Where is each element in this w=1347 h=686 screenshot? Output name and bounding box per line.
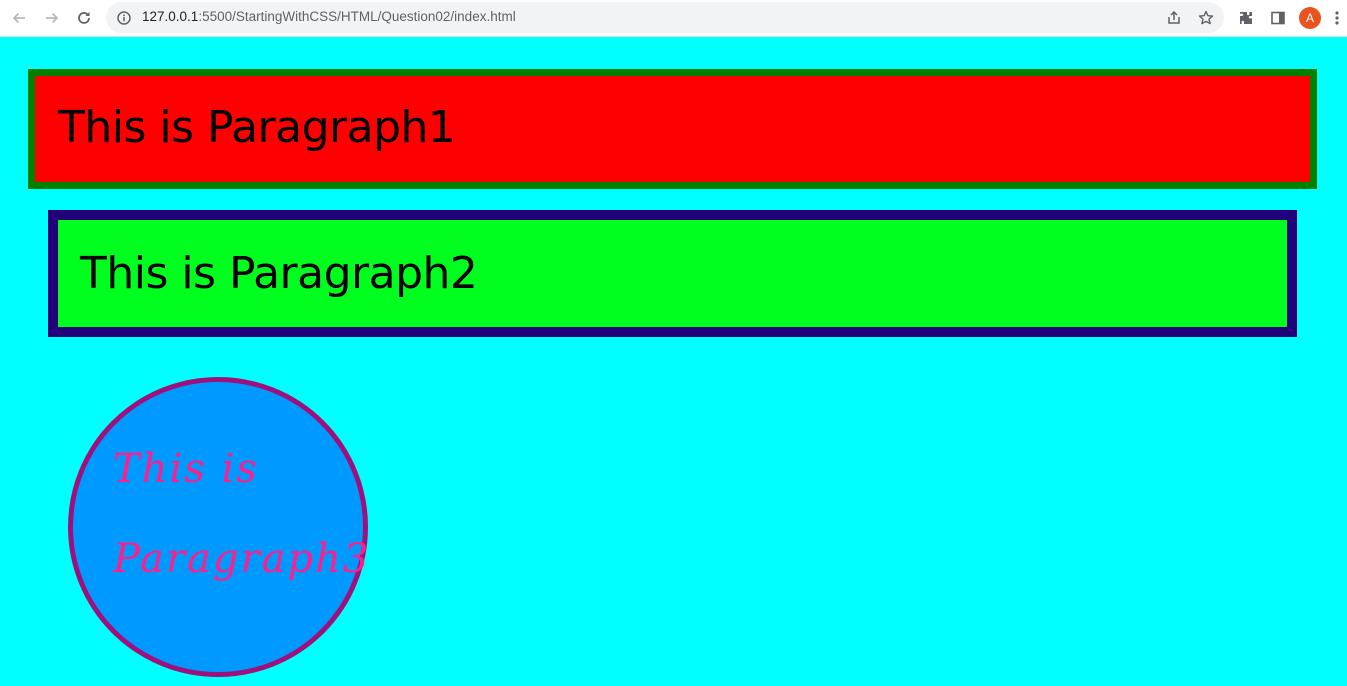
side-panel-icon[interactable] bbox=[1267, 7, 1289, 29]
profile-avatar[interactable]: A bbox=[1299, 7, 1321, 29]
paragraph-3-line-1: This is bbox=[113, 446, 259, 492]
url-path: :5500/StartingWithCSS/HTML/Question02/in… bbox=[198, 9, 516, 24]
paragraph-3-line-2: Paragraph3 bbox=[113, 536, 371, 582]
forward-button[interactable] bbox=[40, 6, 64, 30]
paragraph-1-text: This is Paragraph1 bbox=[58, 102, 456, 153]
arrow-right-icon bbox=[46, 12, 59, 24]
paragraph-2: This is Paragraph2 bbox=[48, 210, 1297, 337]
back-button[interactable] bbox=[7, 6, 31, 30]
browser-toolbar: 127.0.0.1:5500/StartingWithCSS/HTML/Ques… bbox=[0, 0, 1347, 37]
reload-icon bbox=[78, 12, 90, 24]
url-host: 127.0.0.1 bbox=[142, 9, 199, 24]
arrow-left-icon bbox=[12, 12, 25, 24]
paragraph-1: This is Paragraph1 bbox=[28, 69, 1317, 189]
site-info-icon[interactable] bbox=[116, 10, 132, 26]
menu-kebab-icon[interactable] bbox=[1331, 7, 1343, 29]
url-text: 127.0.0.1:5500/StartingWithCSS/HTML/Ques… bbox=[142, 9, 516, 24]
paragraph-2-text: This is Paragraph2 bbox=[80, 248, 478, 299]
address-bar[interactable]: 127.0.0.1:5500/StartingWithCSS/HTML/Ques… bbox=[106, 2, 1224, 33]
extensions-icon[interactable] bbox=[1235, 7, 1257, 29]
reload-button[interactable] bbox=[72, 6, 96, 30]
bookmark-star-icon[interactable] bbox=[1196, 8, 1216, 28]
paragraph-3-circle: This is Paragraph3 bbox=[68, 377, 368, 677]
share-icon[interactable] bbox=[1164, 8, 1184, 28]
